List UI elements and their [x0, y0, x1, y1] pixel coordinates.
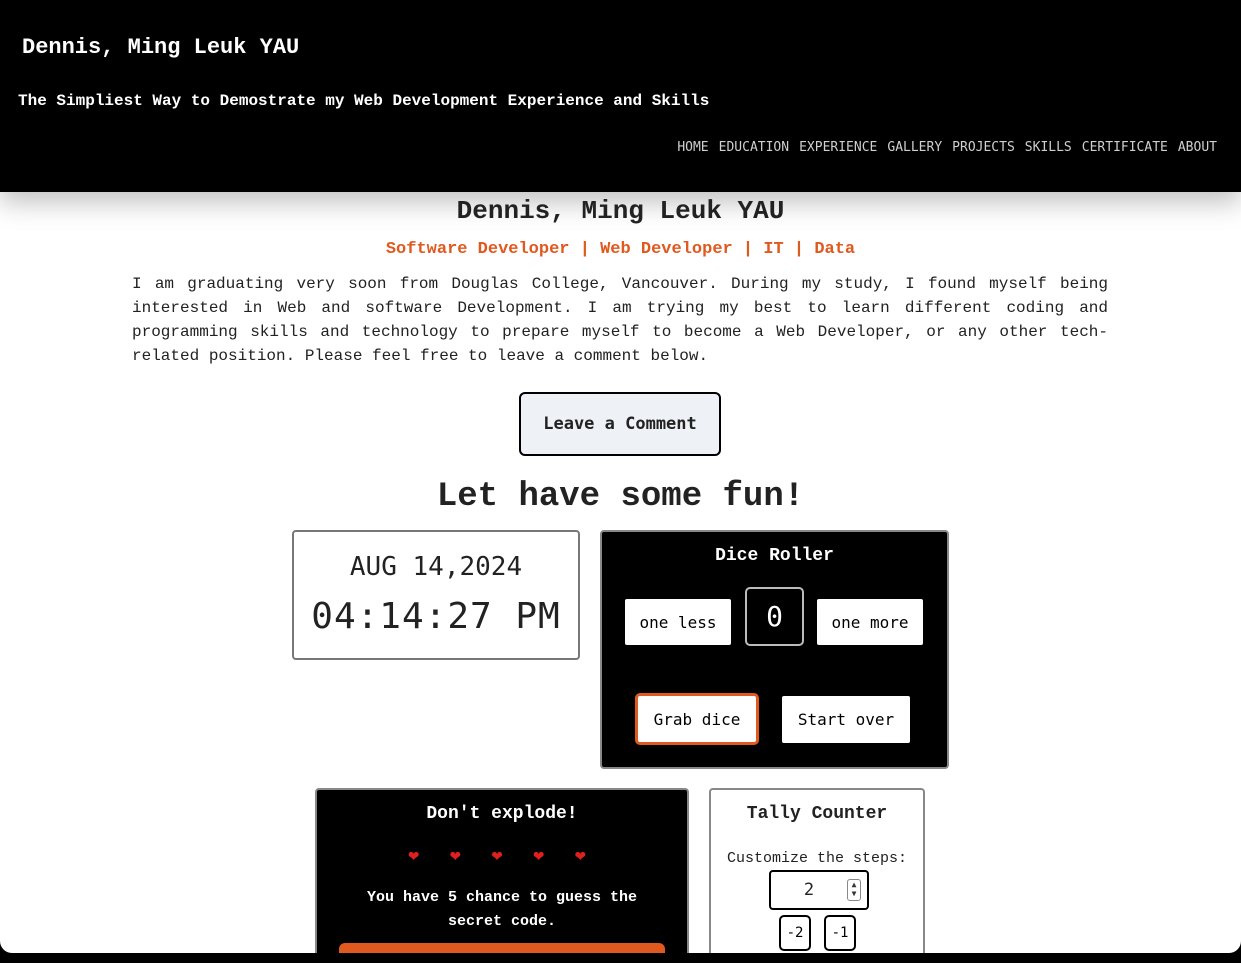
- nav-experience[interactable]: EXPERIENCE: [799, 140, 877, 155]
- nav-gallery[interactable]: GALLERY: [887, 140, 942, 155]
- clock-date: AUG 14,2024: [349, 552, 523, 582]
- one-more-button[interactable]: one more: [817, 599, 923, 645]
- step-number-input[interactable]: 2 ▲ ▼: [769, 870, 869, 910]
- site-header: Dennis, Ming Leuk YAU The Simpliest Way …: [0, 0, 1241, 192]
- nav-home[interactable]: HOME: [677, 140, 708, 155]
- spinner-arrows-icon[interactable]: ▲ ▼: [847, 879, 861, 901]
- dont-explode-title: Don't explode!: [426, 804, 578, 824]
- leave-comment-button[interactable]: Leave a Comment: [519, 392, 721, 456]
- start-over-button[interactable]: Start over: [782, 696, 910, 743]
- bio-paragraph: I am graduating very soon from Douglas C…: [132, 275, 1108, 365]
- clock-widget: AUG 14,2024 04:14:27 PM: [292, 530, 580, 660]
- dice-count: 0: [745, 587, 804, 646]
- nav-projects[interactable]: PROJECTS: [952, 140, 1015, 155]
- nav-education[interactable]: EDUCATION: [719, 140, 789, 155]
- page: Dennis, Ming Leuk YAU The Simpliest Way …: [0, 0, 1241, 953]
- dice-roller-title: Dice Roller: [715, 546, 834, 566]
- tally-counter-widget: Tally Counter Customize the steps: 2 ▲ ▼ …: [709, 788, 925, 953]
- clock-time: 04:14:27 PM: [311, 596, 561, 637]
- intro-name: Dennis, Ming Leuk YAU: [456, 196, 785, 226]
- tally-counter-title: Tally Counter: [746, 804, 888, 824]
- step-value: 2: [803, 880, 815, 900]
- one-less-button[interactable]: one less: [625, 599, 731, 645]
- site-tagline: The Simpliest Way to Demostrate my Web D…: [18, 92, 710, 110]
- minus-two-button[interactable]: -2: [779, 915, 811, 951]
- guess-input-bar[interactable]: [339, 943, 665, 953]
- site-title: Dennis, Ming Leuk YAU: [22, 35, 300, 60]
- dice-roller-widget: Dice Roller one less 0 one more Grab dic…: [600, 530, 949, 769]
- roles-line: Software Developer | Web Developer | IT …: [385, 240, 856, 259]
- steps-label: Customize the steps:: [726, 850, 908, 867]
- dont-explode-widget: Don't explode! ❤ ❤ ❤ ❤ ❤ You have 5 chan…: [315, 788, 689, 953]
- main-nav: HOME EDUCATION EXPERIENCE GALLERY PROJEC…: [677, 140, 1217, 155]
- nav-skills[interactable]: SKILLS: [1025, 140, 1072, 155]
- fun-section-title: Let have some fun!: [436, 478, 805, 516]
- nav-certificate[interactable]: CERTIFICATE: [1082, 140, 1168, 155]
- minus-one-button[interactable]: -1: [824, 915, 856, 951]
- hearts-lives-icon: ❤ ❤ ❤ ❤ ❤: [408, 847, 596, 867]
- grab-dice-button[interactable]: Grab dice: [635, 693, 759, 745]
- nav-about[interactable]: ABOUT: [1178, 140, 1217, 155]
- chance-message: You have 5 chance to guess the secret co…: [366, 889, 638, 930]
